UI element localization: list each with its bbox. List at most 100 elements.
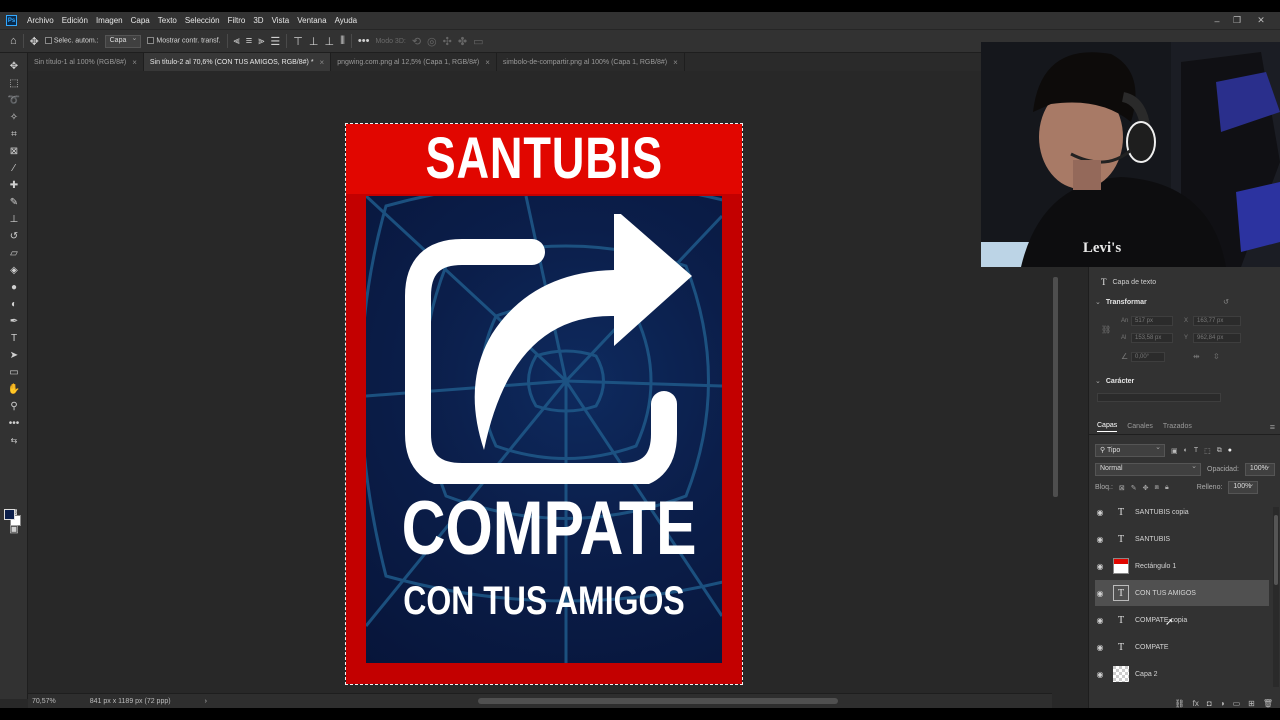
pen-icon[interactable]: ✒ <box>6 314 22 328</box>
layer-row[interactable]: ◉ T COMPATE copia ➚ <box>1095 607 1269 633</box>
canvas-horizontal-scrollbar[interactable] <box>478 698 838 704</box>
new-layer-icon[interactable]: ⊞ <box>1248 699 1255 708</box>
flip-horizontal-icon[interactable]: ⇹ <box>1193 352 1200 361</box>
tab-trazados[interactable]: Trazados <box>1163 423 1192 430</box>
menu-imagen[interactable]: Imagen <box>92 16 127 25</box>
tab-simbolo-compartir[interactable]: simbolo-de-compartir.png al 100% (Capa 1… <box>497 53 685 71</box>
close-icon[interactable]: × <box>320 58 325 67</box>
distribute-vertical-icon[interactable]: ⦀ <box>340 35 345 48</box>
scrollbar-thumb[interactable] <box>1274 515 1278 585</box>
layer-name[interactable]: CON TUS AMIGOS <box>1135 590 1196 597</box>
layer-row[interactable]: ◉ Rectángulo 1 <box>1095 553 1269 579</box>
restore-icon[interactable]: ❐ <box>1226 12 1248 29</box>
tab-pngwing[interactable]: pngwing.com.png al 12,5% (Capa 1, RGB/8#… <box>331 53 497 71</box>
layer-name[interactable]: SANTUBIS <box>1135 536 1170 543</box>
status-arrow-icon[interactable]: › <box>205 698 207 705</box>
paint-bucket-icon[interactable]: ◈ <box>6 263 22 277</box>
menu-ayuda[interactable]: Ayuda <box>331 16 362 25</box>
brush-icon[interactable]: ✎ <box>6 195 22 209</box>
tab-canales[interactable]: Canales <box>1127 423 1153 430</box>
eye-icon[interactable]: ◉ <box>1095 589 1105 598</box>
orbit-3d-icon[interactable]: ⟲ <box>412 35 421 48</box>
menu-vista[interactable]: Vista <box>268 16 294 25</box>
filter-smart-object-icon[interactable]: ⧉ <box>1217 447 1222 455</box>
filter-adjustment-icon[interactable]: ◐ <box>1184 447 1188 454</box>
roll-3d-icon[interactable]: ◎ <box>427 35 437 48</box>
y-field[interactable]: 962,84 px <box>1193 333 1241 343</box>
pan-3d-icon[interactable]: ✣ <box>443 35 452 48</box>
font-family-select[interactable] <box>1097 393 1221 402</box>
frame-icon[interactable]: ⊠ <box>6 144 22 158</box>
zoom-icon[interactable]: ⚲ <box>6 399 22 413</box>
filter-toggle-icon[interactable]: ● <box>1228 447 1232 454</box>
blend-mode-select[interactable]: Normal <box>1095 462 1201 476</box>
eye-icon[interactable]: ◉ <box>1095 670 1105 679</box>
link-layers-icon[interactable]: ⛓ <box>1175 699 1185 708</box>
magic-wand-icon[interactable]: ✧ <box>6 110 22 124</box>
filter-text-icon[interactable]: T <box>1194 447 1198 454</box>
canvas-area[interactable]: SANTUBIS COMPATE CON TUS AMIGOS <box>28 71 1052 693</box>
history-brush-icon[interactable]: ↺ <box>6 229 22 243</box>
menu-ventana[interactable]: Ventana <box>293 16 330 25</box>
crop-icon[interactable]: ⌗ <box>6 127 22 141</box>
rectangle-icon[interactable]: ▭ <box>6 365 22 379</box>
x-field[interactable]: 163,77 px <box>1193 316 1241 326</box>
menu-capa[interactable]: Capa <box>127 16 154 25</box>
menu-filtro[interactable]: Filtro <box>224 16 250 25</box>
filter-pixel-icon[interactable]: ▣ <box>1171 447 1178 455</box>
eye-icon[interactable]: ◉ <box>1095 643 1105 652</box>
marquee-icon[interactable]: ⬚ <box>6 76 22 90</box>
blur-icon[interactable]: ● <box>6 280 22 294</box>
layer-name[interactable]: Capa 2 <box>1135 671 1158 678</box>
new-adjustment-icon[interactable]: ◑ <box>1220 699 1225 708</box>
chevron-down-icon[interactable]: ⌄ <box>1095 298 1101 306</box>
eye-icon[interactable]: ◉ <box>1095 508 1105 517</box>
swap-colors-icon[interactable]: ⇆ <box>6 433 22 447</box>
layer-name[interactable]: COMPATE copia <box>1135 617 1187 624</box>
document-canvas[interactable]: SANTUBIS COMPATE CON TUS AMIGOS <box>345 123 743 685</box>
filter-shape-icon[interactable]: ⬚ <box>1204 447 1211 455</box>
menu-3d[interactable]: 3D <box>249 16 267 25</box>
home-icon[interactable]: ⌂ <box>10 35 17 47</box>
lasso-icon[interactable]: ➰ <box>6 93 22 107</box>
panel-menu-icon[interactable]: ≡ <box>1270 422 1275 432</box>
menu-edicion[interactable]: Edición <box>58 16 92 25</box>
angle-field[interactable]: 0,00° <box>1131 352 1165 362</box>
move-tool-icon[interactable]: ✥ <box>30 35 39 48</box>
layer-row[interactable]: ◉ T COMPATE <box>1095 634 1269 660</box>
menu-texto[interactable]: Texto <box>154 16 181 25</box>
layers-scrollbar[interactable] <box>1273 507 1279 687</box>
character-section-label[interactable]: Carácter <box>1106 378 1134 385</box>
delete-layer-icon[interactable]: 🗑︎ <box>1263 699 1273 708</box>
screen-mode-icon[interactable]: ▣ <box>6 522 22 536</box>
tab-sin-titulo-1[interactable]: Sin título-1 al 100% (RGB/8#) × <box>28 53 144 71</box>
show-transform-checkbox[interactable]: Mostrar contr. transf. <box>147 37 221 45</box>
layer-row[interactable]: ◉ Capa 2 <box>1095 661 1269 687</box>
layer-name[interactable]: COMPATE <box>1135 644 1169 651</box>
link-icon[interactable]: ⛓ <box>1101 325 1111 334</box>
canvas-vertical-scrollbar[interactable] <box>1052 267 1059 697</box>
slide-3d-icon[interactable]: ✤ <box>458 35 467 48</box>
layer-filter-select[interactable]: ⚲ Tipo <box>1095 443 1165 457</box>
zoom-level[interactable]: 70,57% <box>32 698 56 705</box>
clone-stamp-icon[interactable]: ⊥ <box>6 212 22 226</box>
dodge-icon[interactable]: ◐ <box>6 297 22 311</box>
eye-icon[interactable]: ◉ <box>1095 562 1105 571</box>
lock-position-icon[interactable]: ✥ <box>1143 484 1149 492</box>
layer-row[interactable]: ◉ T SANTUBIS copia <box>1095 499 1269 525</box>
width-field[interactable]: 517 px <box>1131 316 1173 326</box>
path-selection-icon[interactable]: ➤ <box>6 348 22 362</box>
chevron-down-icon[interactable]: ⌄ <box>1095 377 1101 385</box>
align-right-icon[interactable]: ⫸ <box>258 35 264 48</box>
foreground-color-swatch[interactable] <box>4 509 15 520</box>
lock-pixels-icon[interactable]: ✎ <box>1131 484 1137 492</box>
layer-row[interactable]: ◉ T SANTUBIS <box>1095 526 1269 552</box>
tab-sin-titulo-2[interactable]: Sin título-2 al 70,6% (CON TUS AMIGOS, R… <box>143 53 332 71</box>
align-bottom-icon[interactable]: ⊥ <box>324 35 334 48</box>
menu-seleccion[interactable]: Selección <box>181 16 224 25</box>
scale-3d-icon[interactable]: ▭ <box>473 35 483 48</box>
layer-name[interactable]: SANTUBIS copia <box>1135 509 1189 516</box>
opacity-field[interactable]: 100% <box>1244 462 1275 476</box>
move-icon[interactable]: ✥ <box>6 59 22 73</box>
close-icon[interactable]: × <box>673 58 678 67</box>
